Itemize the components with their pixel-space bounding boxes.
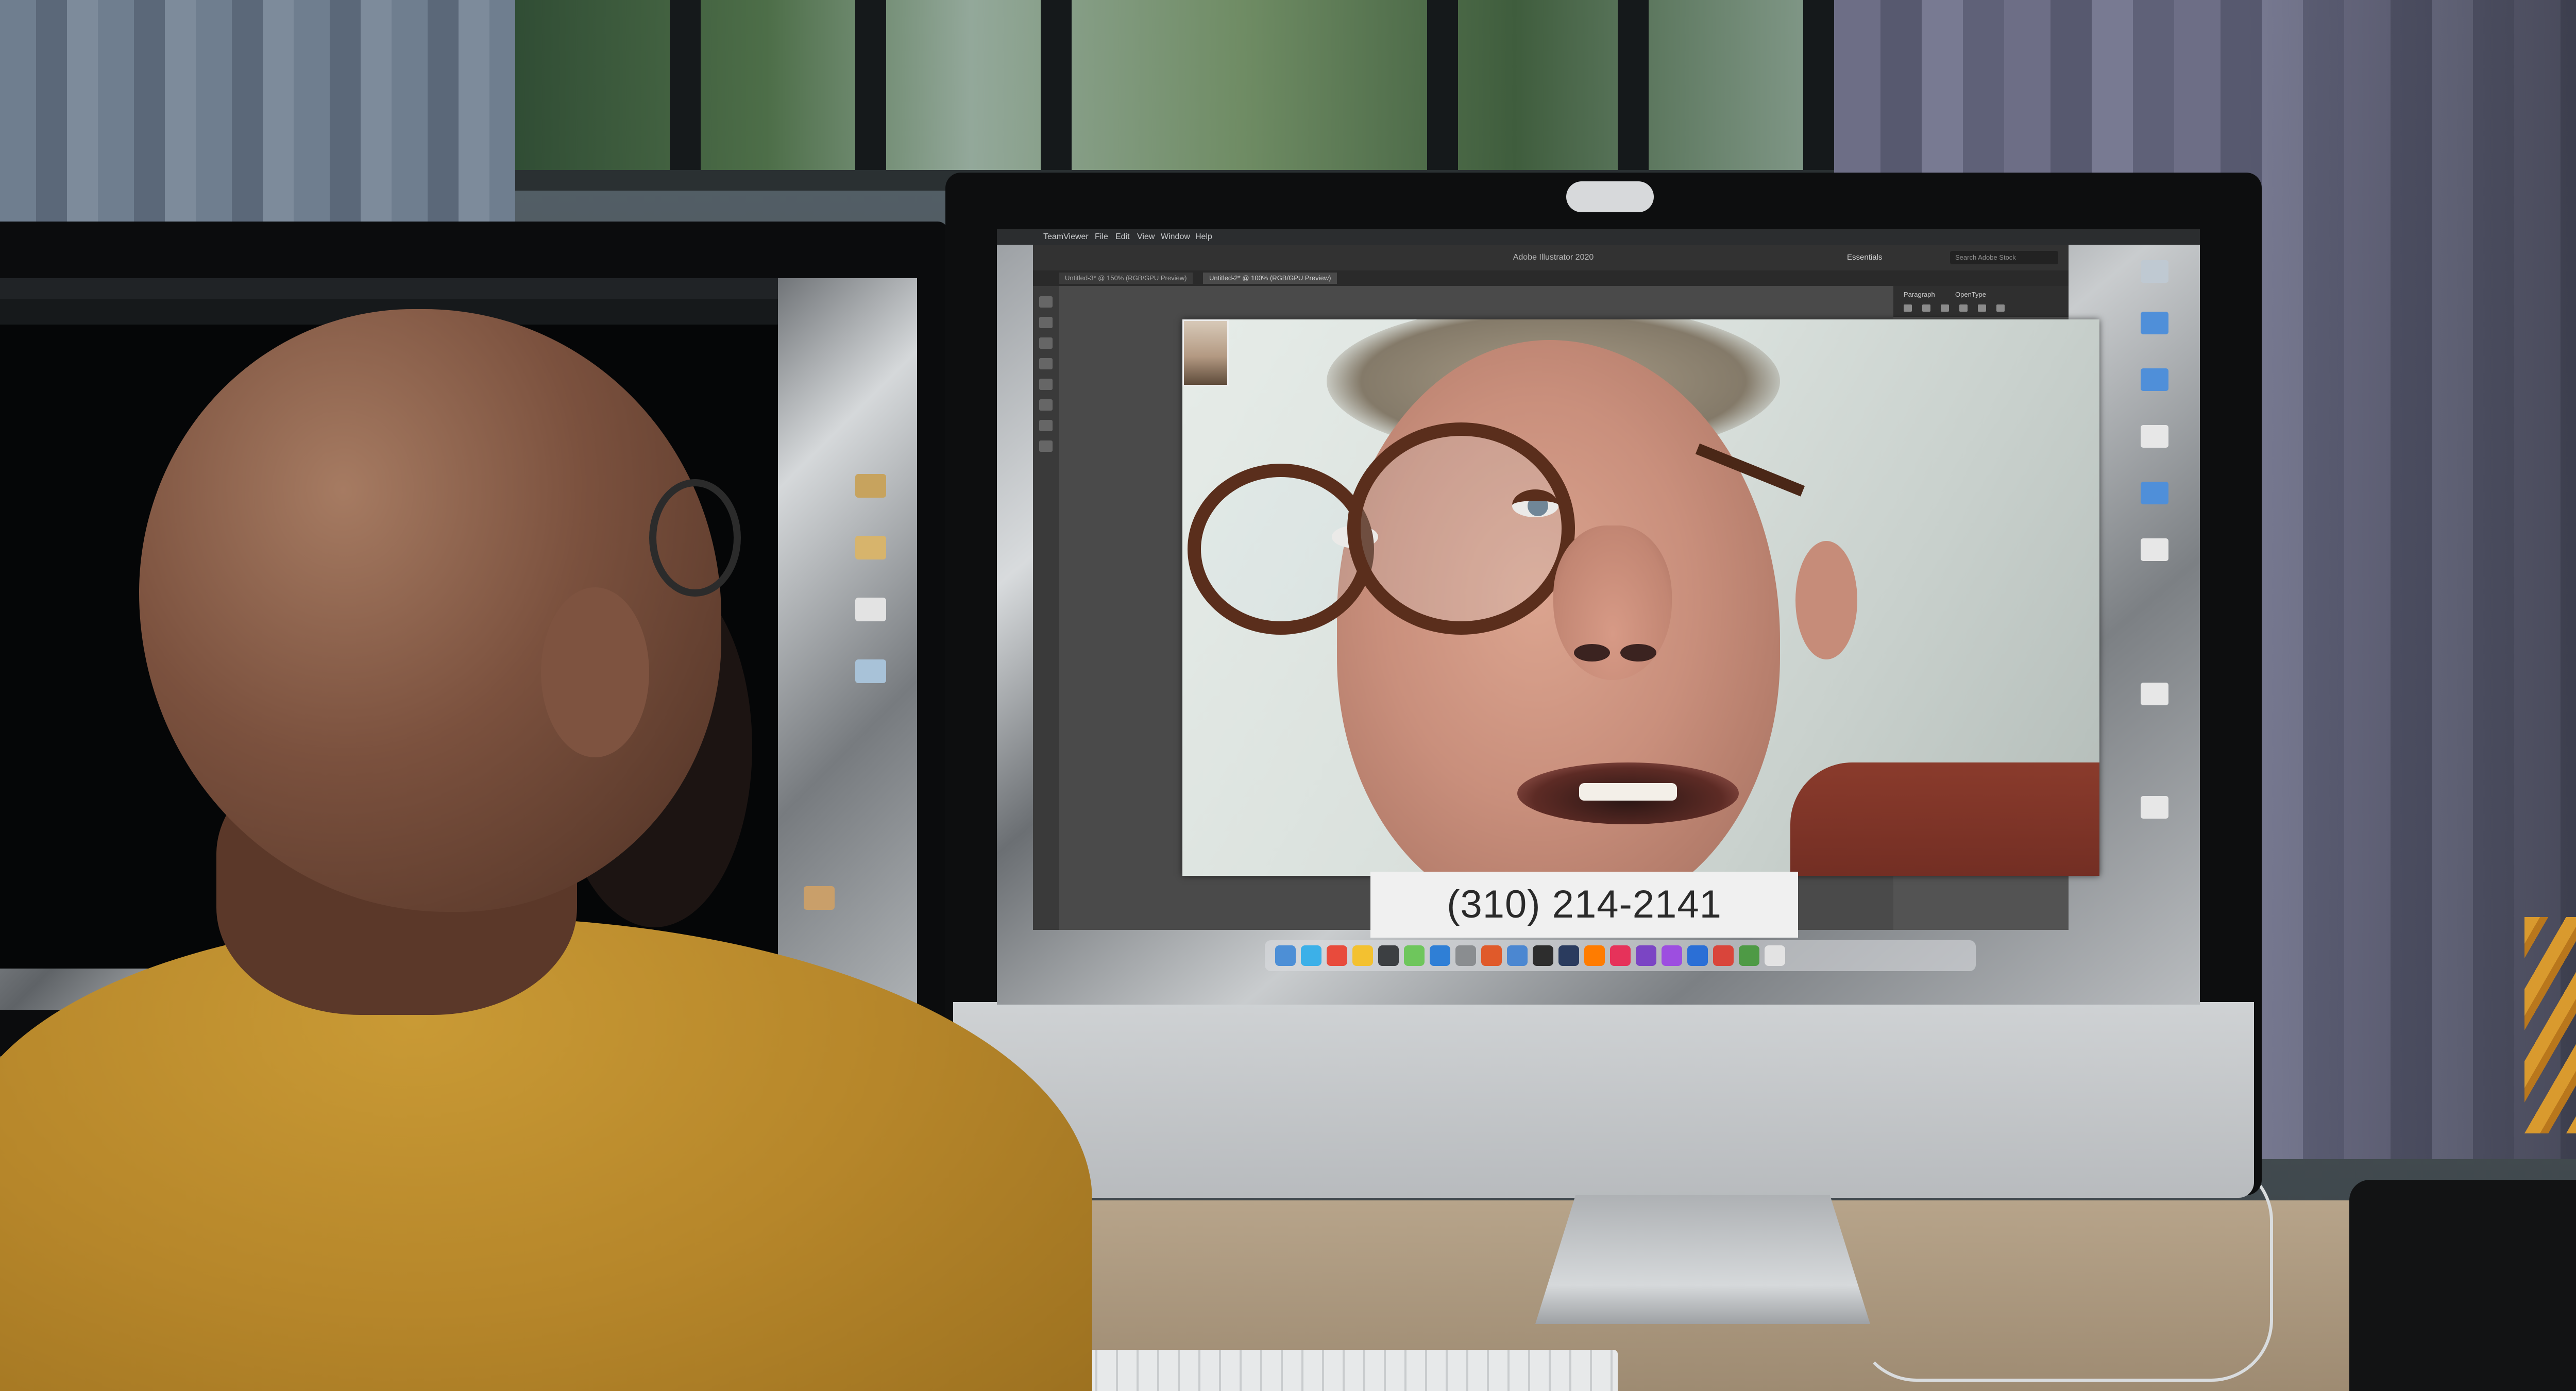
document-tabs: Untitled-3* @ 150% (RGB/GPU Preview) Unt… bbox=[1033, 270, 2069, 286]
align-center-icon[interactable] bbox=[1922, 304, 1930, 312]
finder-icon[interactable] bbox=[1275, 945, 1296, 966]
pen-tool-icon[interactable] bbox=[1039, 337, 1053, 349]
selection-tool-icon[interactable] bbox=[1039, 296, 1053, 308]
menu-app-name[interactable]: TeamViewer bbox=[1043, 232, 1089, 242]
acrobat-icon[interactable] bbox=[1713, 945, 1734, 966]
apple-logo bbox=[1557, 1057, 1603, 1114]
pencils bbox=[2524, 917, 2576, 1133]
justify-last-icon[interactable] bbox=[1978, 304, 1986, 312]
messages-icon[interactable] bbox=[1404, 945, 1425, 966]
brush-tool-icon[interactable] bbox=[1039, 399, 1053, 411]
panel-tab-paragraph[interactable]: Paragraph bbox=[1904, 290, 1935, 299]
window-bar bbox=[855, 0, 886, 175]
webcam-cover bbox=[1566, 181, 1654, 212]
workspace-switcher[interactable]: Essentials bbox=[1847, 252, 1909, 263]
mac-menu-bar: TeamViewer File Edit View Window Help bbox=[997, 229, 2200, 245]
desktop-file-icon bbox=[2141, 260, 2168, 283]
window-title: Adobe Illustrator 2020 bbox=[1513, 253, 1594, 262]
video-call-feed bbox=[1182, 319, 2099, 876]
nostril bbox=[1574, 644, 1610, 661]
after-effects-icon[interactable] bbox=[1662, 945, 1682, 966]
caller-teeth bbox=[1579, 783, 1677, 801]
desktop-folder-icon bbox=[855, 474, 886, 498]
self-view-thumbnail[interactable] bbox=[1182, 319, 1229, 386]
desktop-file-icon bbox=[2141, 538, 2168, 561]
menu-file[interactable]: File bbox=[1095, 232, 1108, 242]
photo-scene: TeamViewer File Edit View Window Help Ad… bbox=[0, 0, 2576, 1391]
caller-mouth bbox=[1517, 762, 1739, 824]
desktop-file-icon bbox=[855, 598, 886, 621]
premiere-icon[interactable] bbox=[1636, 945, 1656, 966]
illustrator-titlebar: Adobe Illustrator 2020 Essentials Search… bbox=[1033, 245, 2069, 270]
mac-dock bbox=[1265, 940, 1976, 971]
illustrator-icon[interactable] bbox=[1584, 945, 1605, 966]
indesign-icon[interactable] bbox=[1610, 945, 1631, 966]
glasses-right-lens bbox=[1347, 422, 1575, 635]
menu-view[interactable]: View bbox=[1137, 232, 1155, 242]
desktop-file-icon bbox=[2141, 683, 2168, 705]
glasses-left-lens bbox=[1188, 464, 1374, 635]
safari-icon[interactable] bbox=[1301, 945, 1321, 966]
shape-tool-icon[interactable] bbox=[1039, 379, 1053, 390]
panel-tab-opentype[interactable]: OpenType bbox=[1955, 290, 1986, 299]
eraser-tool-icon[interactable] bbox=[1039, 420, 1053, 431]
notes-icon[interactable] bbox=[1352, 945, 1373, 966]
system-preferences-icon[interactable] bbox=[1455, 945, 1476, 966]
window-bar bbox=[1427, 0, 1458, 175]
keyboard bbox=[1077, 1350, 1618, 1391]
desktop-image-icon bbox=[804, 886, 835, 910]
menu-help[interactable]: Help bbox=[1195, 232, 1212, 242]
menu-window[interactable]: Window bbox=[1161, 232, 1190, 242]
direct-selection-tool-icon[interactable] bbox=[1039, 317, 1053, 328]
photoshop-icon[interactable] bbox=[1558, 945, 1579, 966]
desktop-folder-icon bbox=[2141, 368, 2168, 391]
desktop-image-icon bbox=[855, 659, 886, 683]
lightroom-icon[interactable] bbox=[1687, 945, 1708, 966]
window-bar bbox=[1803, 0, 1834, 175]
speaker bbox=[2349, 1180, 2576, 1391]
teamviewer-icon[interactable] bbox=[1533, 945, 1553, 966]
person-glasses bbox=[649, 479, 741, 597]
caller-shirt bbox=[1790, 762, 2099, 876]
align-left-icon[interactable] bbox=[1904, 304, 1912, 312]
app-store-icon[interactable] bbox=[1430, 945, 1450, 966]
numbers-icon[interactable] bbox=[1739, 945, 1759, 966]
window-bar bbox=[1041, 0, 1072, 175]
document-tab[interactable]: Untitled-3* @ 150% (RGB/GPU Preview) bbox=[1059, 273, 1193, 284]
calendar-icon[interactable] bbox=[1327, 945, 1347, 966]
type-tool-icon[interactable] bbox=[1039, 358, 1053, 369]
tools-panel bbox=[1033, 286, 1059, 930]
desktop-file-icon bbox=[2141, 796, 2168, 819]
glasses-bridge bbox=[1512, 489, 1558, 521]
imac-chin bbox=[953, 1002, 2254, 1198]
window bbox=[495, 0, 1855, 175]
justify-all-icon[interactable] bbox=[1996, 304, 2005, 312]
document-tab-active[interactable]: Untitled-2* @ 100% (RGB/GPU Preview) bbox=[1203, 273, 1337, 284]
desktop-folder-icon bbox=[2141, 482, 2168, 504]
menu-edit[interactable]: Edit bbox=[1115, 232, 1130, 242]
paragraph-panel: Paragraph OpenType bbox=[1893, 286, 2069, 317]
align-right-icon[interactable] bbox=[1941, 304, 1949, 312]
window-bar bbox=[1618, 0, 1649, 175]
desktop-folder-icon bbox=[855, 536, 886, 559]
firefox-icon[interactable] bbox=[1481, 945, 1502, 966]
curtain-left bbox=[0, 0, 515, 237]
caller-nose bbox=[1553, 525, 1672, 680]
trash-icon[interactable] bbox=[1765, 945, 1785, 966]
justify-icon[interactable] bbox=[1959, 304, 1968, 312]
chrome-icon[interactable] bbox=[1507, 945, 1528, 966]
phone-number-caption: (310) 214-2141 bbox=[1370, 872, 1798, 938]
desktop-folder-icon bbox=[2141, 312, 2168, 334]
window-bar bbox=[670, 0, 701, 175]
imac-stand bbox=[1535, 1195, 1870, 1324]
stock-search-input[interactable]: Search Adobe Stock bbox=[1950, 251, 2058, 264]
nostril bbox=[1620, 644, 1656, 661]
zoom-tool-icon[interactable] bbox=[1039, 440, 1053, 452]
desktop-file-icon bbox=[2141, 425, 2168, 448]
browser-tab-strip bbox=[0, 278, 778, 299]
person-ear bbox=[541, 587, 649, 757]
terminal-icon[interactable] bbox=[1378, 945, 1399, 966]
caller-ear bbox=[1795, 541, 1857, 659]
